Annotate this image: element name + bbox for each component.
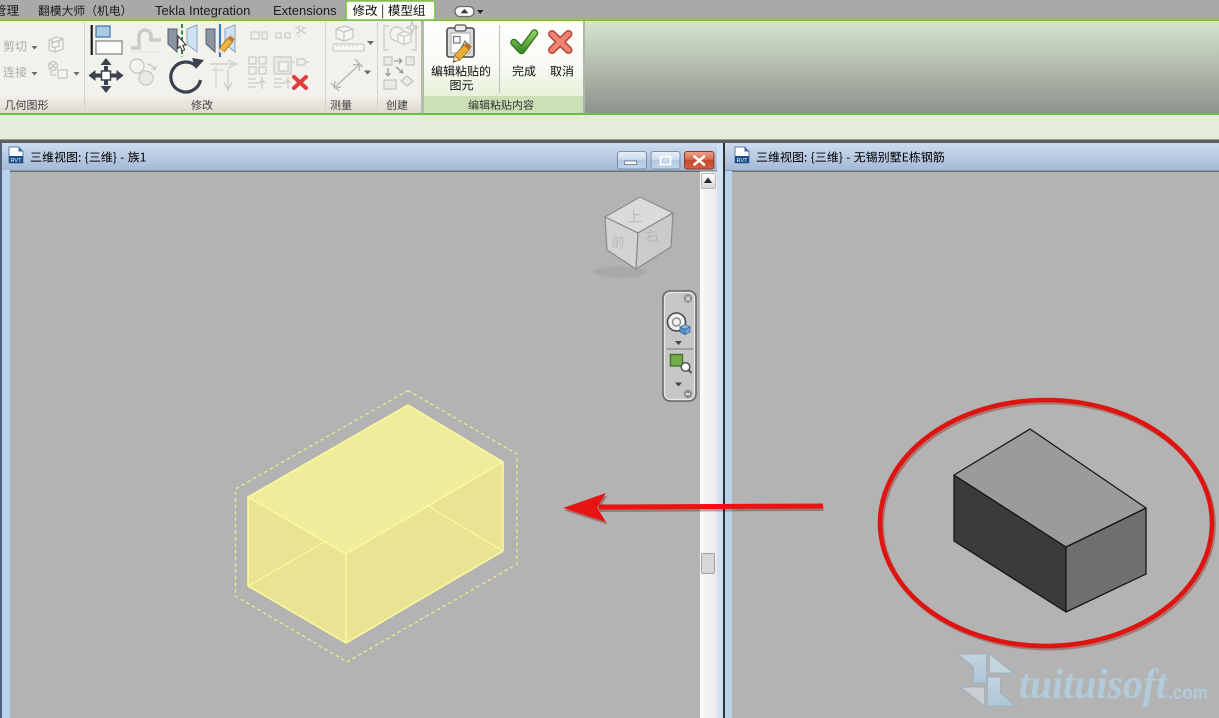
svg-text:Tekla Integration: Tekla Integration [155,3,250,18]
svg-text:RVT: RVT [737,158,749,164]
svg-text:Extensions: Extensions [273,3,337,18]
svg-text:.com: .com [1168,683,1208,704]
svg-text:RVT: RVT [11,158,23,164]
svg-text:tuituisoft: tuituisoft [1019,662,1168,708]
